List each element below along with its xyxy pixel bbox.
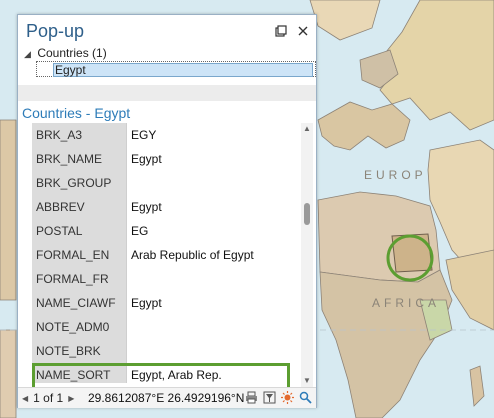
attribute-name: NOTE_ADM0 (32, 315, 126, 339)
attribute-value (126, 339, 286, 363)
table-row[interactable]: BRK_A3 EGY (32, 123, 286, 148)
filter-icon[interactable] (262, 390, 276, 404)
attribute-value: Arab Republic of Egypt (126, 243, 286, 267)
table-row[interactable]: POSTAL EG (32, 219, 286, 244)
print-icon[interactable] (244, 390, 258, 404)
americas-shape (0, 119, 17, 301)
scroll-up-icon[interactable]: ▲ (301, 123, 313, 135)
table-row[interactable]: ABBREV Egypt (32, 195, 286, 220)
table-row[interactable]: NAME_SORT Egypt, Arab Rep. (32, 363, 286, 383)
attribute-value (126, 267, 286, 291)
attribute-name: NAME_SORT (32, 363, 126, 383)
attribute-name: POSTAL (32, 219, 126, 243)
scroll-down-icon[interactable]: ▼ (301, 375, 313, 387)
attribute-value: EGY (126, 123, 286, 147)
table-row[interactable]: BRK_GROUP (32, 171, 286, 196)
section-band (18, 85, 316, 101)
restore-icon[interactable] (274, 24, 288, 38)
table-row[interactable]: BRK_NAME Egypt (32, 147, 286, 172)
popup-title: Pop-up (26, 21, 85, 41)
vertical-scrollbar[interactable]: ▲ ▼ (301, 123, 313, 387)
next-arrow-icon[interactable]: ▶ (68, 394, 74, 403)
attribute-name: ABBREV (32, 195, 126, 219)
tree-selected-item[interactable]: Egypt (53, 63, 313, 77)
tree-group-row[interactable]: ◢ Countries (1) (24, 45, 107, 61)
table-row[interactable]: FORMAL_EN Arab Republic of Egypt (32, 243, 286, 268)
popup-window: Pop-up ◢ Countries (1) Egypt Countries -… (17, 14, 317, 408)
attribute-table: BRK_A3 EGY BRK_NAME Egypt BRK_GROUP ABBREV Egy… (32, 123, 286, 383)
tree-child-row[interactable]: Egypt (36, 61, 316, 77)
attribute-name: NOTE_BRK (32, 339, 126, 363)
attribute-value: Egypt, Arab Rep. (126, 363, 286, 383)
previous-arrow-icon[interactable]: ◀ (22, 394, 28, 403)
attribute-value: Egypt (126, 147, 286, 171)
footer-tools (244, 390, 312, 404)
window-buttons (274, 24, 310, 38)
pager-text: 1 of 1 (33, 391, 64, 405)
scroll-thumb[interactable] (304, 203, 310, 225)
flash-icon[interactable] (280, 390, 294, 404)
south-america-shape (0, 329, 17, 418)
table-row[interactable]: NOTE_ADM0 (32, 315, 286, 340)
map-label-africa: AFRICA (372, 296, 441, 310)
attribute-name: FORMAL_FR (32, 267, 126, 291)
tree-group-label: Countries (1) (37, 46, 107, 60)
attribute-value (126, 171, 286, 195)
attribute-name: FORMAL_EN (32, 243, 126, 267)
zoom-to-icon[interactable] (298, 390, 312, 404)
table-row[interactable]: NOTE_BRK (32, 339, 286, 364)
popup-footer: ◀ 1 of 1 ▶ 29.8612087°E 26.4929196°N (18, 387, 316, 408)
coordinates-readout: 29.8612087°E 26.4929196°N (88, 391, 245, 405)
map-label-europe: EUROP (364, 168, 427, 182)
attribute-value: Egypt (126, 291, 286, 315)
attribute-value: EG (126, 219, 286, 243)
table-row[interactable]: NAME_CIAWF Egypt (32, 291, 286, 316)
attribute-value (126, 315, 286, 339)
pager: ◀ 1 of 1 ▶ (22, 391, 74, 405)
section-title: Countries - Egypt (22, 105, 131, 121)
attribute-name: NAME_CIAWF (32, 291, 126, 315)
attribute-value: Egypt (126, 195, 286, 219)
attribute-name: BRK_NAME (32, 147, 126, 171)
attribute-name: BRK_GROUP (32, 171, 126, 195)
collapse-arrow-icon[interactable]: ◢ (24, 46, 34, 62)
attribute-name: BRK_A3 (32, 123, 126, 147)
close-icon[interactable] (296, 24, 310, 38)
table-row[interactable]: FORMAL_FR (32, 267, 286, 292)
